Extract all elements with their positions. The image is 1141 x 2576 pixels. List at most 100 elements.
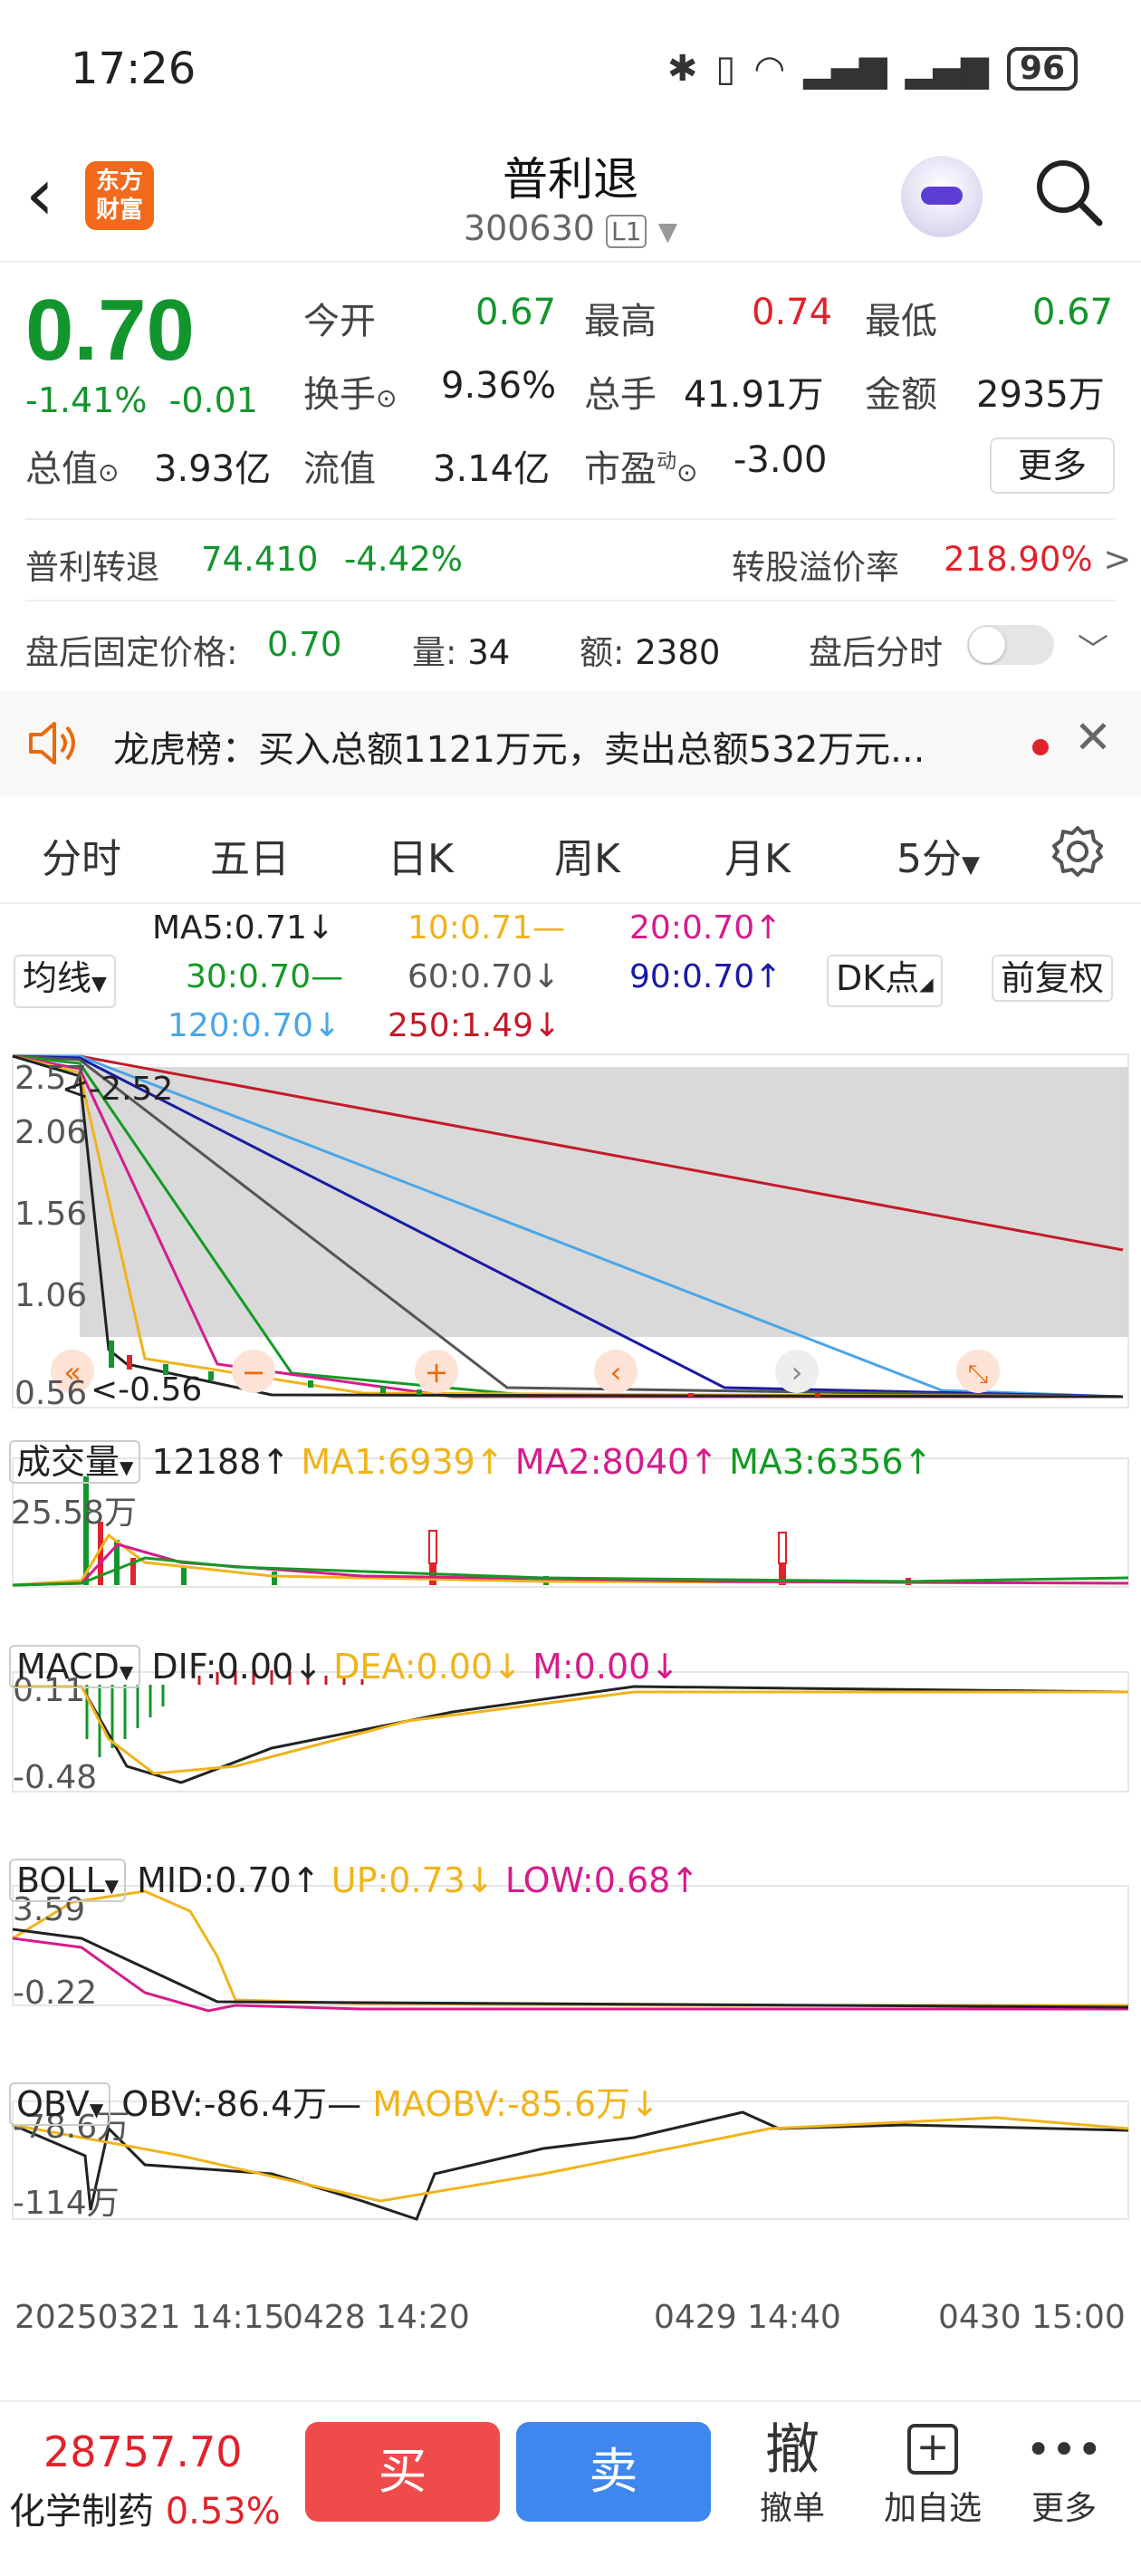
ma10-label: 10:0.71— bbox=[408, 909, 566, 947]
selected-range-highlight bbox=[80, 1067, 1128, 1337]
price-change: -1.41% -0.01 bbox=[25, 380, 258, 420]
kline-chart-area[interactable]: « − + ‹ › ⤡ 2.57 2.06 1.56 1.06 0.56 <-2… bbox=[0, 1051, 1141, 2373]
x-axis-label-1: 20250321 14:15 bbox=[14, 2299, 284, 2336]
status-bar: 17:26 ✱ ▯ ◠ ▂▄▆ ▂▄▆ 96 bbox=[0, 0, 1141, 136]
more-dots-icon: ••• bbox=[1025, 2425, 1103, 2475]
macd-legend: MACD▼ DIF:0.00↓ DEA:0.00↓ M:0.00↓ bbox=[9, 1645, 679, 1688]
low-label: 最低 bbox=[865, 301, 937, 342]
bond-name[interactable]: 普利转退 bbox=[25, 540, 159, 589]
tab-timeshare[interactable]: 分时 bbox=[42, 826, 121, 884]
prev-icon: ‹ bbox=[610, 1355, 622, 1389]
macd-dea-line bbox=[13, 1685, 1128, 1775]
tab-daily-k[interactable]: 日K bbox=[388, 826, 454, 884]
obv-selector[interactable]: OBV▼ bbox=[9, 2082, 111, 2126]
more-button[interactable]: 更多 bbox=[990, 437, 1115, 494]
index-info[interactable]: 化学制药 0.53% bbox=[9, 2482, 281, 2534]
ma20-label: 20:0.70↑ bbox=[629, 909, 782, 947]
macd-selector[interactable]: MACD▼ bbox=[9, 1645, 141, 1688]
boll-mid-line bbox=[12, 1927, 1129, 2009]
assistant-robot-icon[interactable] bbox=[901, 156, 983, 237]
volume-selector[interactable]: 成交量▼ bbox=[9, 1440, 141, 1484]
signal-icon: ▂▄▆ bbox=[803, 48, 887, 90]
zoom-in-icon: + bbox=[425, 1355, 449, 1389]
ma-selector[interactable]: 均线▼ bbox=[14, 955, 116, 1008]
premium-value[interactable]: 218.90% > bbox=[944, 540, 1131, 579]
chevron-down-icon[interactable]: ﹀ bbox=[1078, 625, 1108, 669]
x-axis-label-4: 0430 15:00 bbox=[938, 2299, 1126, 2336]
bond-price: 74.410 bbox=[201, 540, 319, 579]
boll-low-line bbox=[12, 1937, 1128, 2013]
period-tabs: 分时 五日 日K 周K 月K 5分▼ bbox=[0, 797, 1141, 904]
buy-button[interactable]: 买 bbox=[305, 2422, 500, 2522]
dk-point-button[interactable]: DK点◢ bbox=[827, 955, 943, 1007]
ma5-label: MA5:0.71↓ bbox=[152, 909, 335, 947]
float-value: 3.14亿 bbox=[433, 448, 551, 490]
boll-up-line bbox=[12, 1889, 1128, 2007]
settings-gear-icon[interactable] bbox=[1050, 824, 1105, 879]
max-price-marker: <-2.52 bbox=[62, 1071, 173, 1108]
battery-icon: 96 bbox=[1006, 47, 1078, 91]
volume-legend: 成交量▼ 12188↑ MA1:6939↑ MA2:8040↑ MA3:6356… bbox=[9, 1434, 932, 1484]
high-label: 最高 bbox=[584, 301, 657, 342]
last-price: 0.70 bbox=[25, 282, 195, 379]
signal-icon-2: ▂▄▆ bbox=[905, 48, 989, 90]
ma90-label: 90:0.70↑ bbox=[629, 958, 782, 995]
turnover-value: 9.36% bbox=[441, 365, 557, 407]
top-nav: ‹ 东方 财富 普利退 300630 L1 ▼ bbox=[0, 136, 1141, 263]
add-watchlist-button[interactable]: + 加自选 bbox=[878, 2418, 987, 2529]
sell-button[interactable]: 卖 bbox=[516, 2422, 711, 2522]
after-hours-label: 盘后固定价格: bbox=[25, 633, 238, 672]
boll-bottom-label: -0.22 bbox=[13, 1975, 97, 2012]
ma60-label: 60:0.70↓ bbox=[408, 958, 561, 995]
main-y-2-06: 2.06 bbox=[14, 1114, 87, 1151]
dragon-tiger-banner[interactable]: 龙虎榜：买入总额1121万元，卖出总额532万元... ✕ bbox=[0, 691, 1141, 795]
tab-monthly-k[interactable]: 月K bbox=[724, 826, 791, 884]
tab-five-day[interactable]: 五日 bbox=[210, 826, 290, 884]
more-menu-button[interactable]: ••• 更多 bbox=[1023, 2418, 1105, 2529]
macd-bottom-label: -0.48 bbox=[13, 1759, 97, 1796]
bond-pct: -4.42% bbox=[344, 540, 463, 579]
high-value: 0.74 bbox=[752, 292, 833, 333]
adjust-button[interactable]: 前复权 bbox=[992, 955, 1114, 1002]
wifi-icon: ◠ bbox=[753, 48, 786, 90]
add-icon: + bbox=[907, 2424, 958, 2475]
x-axis-label-3: 0429 14:40 bbox=[654, 2299, 841, 2336]
pe-value: -3.00 bbox=[734, 439, 828, 481]
ma30-label: 30:0.70— bbox=[186, 958, 344, 995]
main-y-0-56: 0.56 bbox=[14, 1375, 87, 1412]
ma120-label: 120:0.70↓ bbox=[168, 1007, 341, 1044]
open-label: 今开 bbox=[303, 301, 376, 342]
after-hours-vol: 量: 34 bbox=[412, 633, 511, 672]
dropdown-icon: ▼ bbox=[657, 216, 678, 246]
min-price-marker: <-0.56 bbox=[91, 1371, 202, 1408]
x-axis-label-2: 0428 14:20 bbox=[283, 2299, 470, 2336]
tab-5min[interactable]: 5分▼ bbox=[896, 826, 980, 884]
main-y-1-06: 1.06 bbox=[14, 1277, 87, 1314]
close-icon[interactable]: ✕ bbox=[1074, 711, 1112, 764]
volume-value: 41.91万 bbox=[684, 374, 824, 416]
float-label: 流值 bbox=[303, 448, 376, 490]
speaker-icon bbox=[29, 722, 75, 764]
pe-label: 市盈动⊙ bbox=[584, 448, 698, 490]
status-time: 17:26 bbox=[71, 43, 197, 94]
index-value[interactable]: 28757.70 bbox=[43, 2427, 243, 2476]
after-hours-price: 0.70 bbox=[267, 625, 342, 664]
tab-weekly-k[interactable]: 周K bbox=[554, 826, 620, 884]
open-value: 0.67 bbox=[475, 292, 557, 333]
level-badge: L1 bbox=[606, 215, 647, 248]
mktcap-value: 3.93亿 bbox=[154, 448, 272, 490]
next-icon: › bbox=[791, 1355, 803, 1389]
obv-legend: OBV▼ OBV:-86.4万— MAOBV:-85.6万↓ bbox=[9, 2076, 659, 2126]
premium-label: 转股溢价率 bbox=[732, 548, 899, 587]
low-value: 0.67 bbox=[1032, 292, 1114, 333]
mktcap-label: 总值⊙ bbox=[25, 448, 120, 490]
boll-selector[interactable]: BOLL▼ bbox=[9, 1859, 127, 1902]
volume-label: 总手 bbox=[584, 374, 657, 416]
cancel-order-button[interactable]: 撤 撤单 bbox=[752, 2418, 833, 2529]
after-hours-toggle[interactable] bbox=[967, 625, 1054, 665]
bluetooth-icon: ✱ bbox=[666, 48, 698, 90]
search-icon[interactable] bbox=[1032, 156, 1105, 228]
maobv-line bbox=[12, 2116, 1129, 2203]
amount-value: 2935万 bbox=[976, 374, 1105, 416]
dragon-text: 龙虎榜：买入总额1121万元，卖出总额532万元... bbox=[113, 729, 925, 771]
